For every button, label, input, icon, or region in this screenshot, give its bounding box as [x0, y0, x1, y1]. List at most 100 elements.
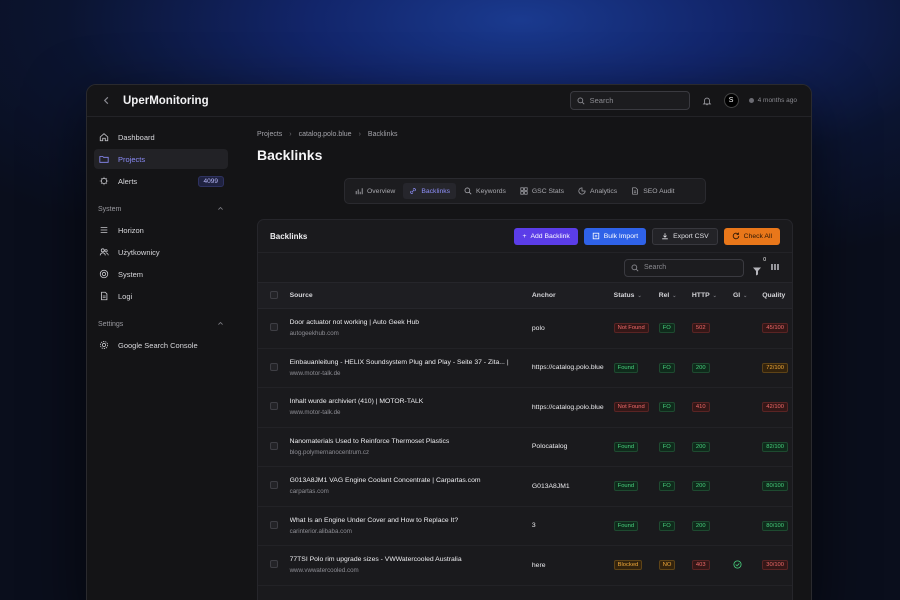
sidebar-item-label: Alerts — [118, 176, 138, 186]
column-anchor[interactable]: Anchor — [527, 282, 610, 309]
columns-icon[interactable] — [770, 259, 780, 277]
sidebar-item-dashboard[interactable]: Dashboard — [94, 127, 228, 147]
sidebar-item-projects[interactable]: Projects — [94, 149, 228, 169]
row-checkbox[interactable] — [270, 520, 278, 529]
anchor-text: Polocatalog — [531, 443, 568, 451]
chevron-up-icon — [217, 320, 224, 329]
row-checkbox[interactable] — [270, 402, 278, 411]
last-update-text: 4 months ago — [757, 97, 797, 104]
file-icon — [98, 290, 110, 302]
filter-count: 0 — [763, 256, 766, 263]
rel-cell: FO — [654, 308, 688, 349]
source-cell[interactable]: G013A8JM1 VAG Engine Coolant Concentrate… — [285, 466, 528, 507]
gi-cell — [728, 545, 759, 586]
source-title[interactable]: Door actuator not working | Auto Geek Hu… — [290, 319, 522, 326]
source-title[interactable]: 77TSI Polo rim upgrade sizes - VWWaterco… — [290, 556, 522, 563]
column-rel[interactable]: Rel ⌄ — [654, 282, 688, 309]
bulk-import-button[interactable]: Bulk Import — [583, 227, 647, 245]
doc-icon — [632, 187, 638, 195]
table-row[interactable]: Nanomaterials Used to Reinforce Thermose… — [258, 427, 792, 467]
rel-cell: FO — [654, 387, 688, 428]
user-avatar[interactable]: S — [723, 93, 739, 108]
table-row[interactable]: Inhalt wurde archiviert (410) | MOTOR-TA… — [258, 387, 792, 428]
source-title[interactable]: G013A8JM1 VAG Engine Coolant Concentrate… — [290, 477, 522, 484]
column-quality[interactable]: Quality — [758, 282, 792, 309]
table-row[interactable]: 77TSI Polo rim upgrade sizes - VWWaterco… — [258, 545, 792, 586]
quality-badge: 45/100 — [762, 323, 788, 334]
sidebar-item-horizon[interactable]: Horizon — [94, 220, 228, 240]
status-cell: Found — [609, 427, 655, 467]
quality-cell: 30/100 — [758, 545, 792, 586]
settings-section-header[interactable]: Settings — [98, 320, 224, 329]
sidebar-item-google-search-console[interactable]: Google Search Console — [94, 335, 228, 355]
source-cell[interactable]: Tires! | VW Vortex - Volkswagen Forum — [285, 585, 528, 600]
check-all-label: Check All — [743, 232, 772, 240]
tab-overview[interactable]: Overview — [349, 183, 401, 199]
source-title[interactable]: Einbauanleitung - HELIX Soundsystem Plug… — [290, 359, 522, 366]
source-cell[interactable]: Door actuator not working | Auto Geek Hu… — [285, 308, 528, 349]
select-all-cell — [258, 282, 286, 309]
tab-backlinks[interactable]: Backlinks — [403, 183, 457, 199]
source-title[interactable]: What Is an Engine Under Cover and How to… — [290, 517, 522, 524]
sidebar-item-alerts[interactable]: Alerts 4099 — [94, 171, 228, 191]
chevron-down-icon: ⌄ — [637, 293, 642, 299]
quality-badge: 30/100 — [762, 560, 788, 571]
search-icon — [631, 264, 639, 272]
source-cell[interactable]: What Is an Engine Under Cover and How to… — [285, 506, 528, 546]
table-row[interactable]: Einbauanleitung - HELIX Soundsystem Plug… — [258, 348, 792, 388]
chip-icon — [98, 268, 110, 280]
source-cell[interactable]: 77TSI Polo rim upgrade sizes - VWWaterco… — [285, 545, 528, 586]
table-row[interactable]: Tires! | VW Vortex - Volkswagen Forum — [258, 585, 792, 600]
last-update-status: 4 months ago — [748, 97, 797, 104]
export-csv-button[interactable]: Export CSV — [652, 227, 718, 245]
rel-cell: FO — [654, 427, 688, 467]
status-badge: Found — [613, 441, 639, 452]
source-cell[interactable]: Inhalt wurde archiviert (410) | MOTOR-TA… — [285, 387, 528, 428]
tab-label: Overview — [367, 187, 396, 195]
rel-badge: FO — [658, 323, 675, 334]
sidebar-item-logs[interactable]: Logi — [94, 286, 228, 306]
rel-cell: FO — [654, 466, 688, 507]
app-window: UperMonitoring Search S 4 months ago Das… — [86, 84, 812, 600]
row-checkbox[interactable] — [270, 323, 278, 332]
column-label: Status — [613, 292, 635, 299]
column-status[interactable]: Status ⌄ — [609, 282, 655, 309]
table-row[interactable]: G013A8JM1 VAG Engine Coolant Concentrate… — [258, 466, 792, 507]
back-arrow-icon[interactable] — [97, 93, 115, 108]
source-title[interactable]: Inhalt wurde archiviert (410) | MOTOR-TA… — [290, 398, 522, 405]
row-checkbox[interactable] — [270, 441, 278, 450]
column-gi[interactable]: GI ⌄ — [728, 282, 759, 309]
table-search-input[interactable]: Search — [624, 258, 744, 277]
column-source[interactable]: Source — [285, 282, 528, 309]
filter-button[interactable]: 0 — [752, 257, 766, 275]
breadcrumb-project[interactable]: catalog.polo.blue — [299, 131, 352, 138]
notifications-bell-icon[interactable] — [700, 94, 714, 108]
tab-keywords[interactable]: Keywords — [458, 183, 512, 199]
global-search-input[interactable]: Search — [569, 91, 690, 110]
tab-gsc-stats[interactable]: GSC Stats — [514, 183, 570, 199]
table-row[interactable]: What Is an Engine Under Cover and How to… — [258, 506, 792, 546]
gi-cell — [728, 348, 759, 388]
sidebar-item-users[interactable]: Użytkownicy — [94, 242, 228, 262]
source-cell[interactable]: Einbauanleitung - HELIX Soundsystem Plug… — [285, 348, 528, 388]
column-http[interactable]: HTTP ⌄ — [687, 282, 729, 309]
status-dot-icon — [748, 98, 754, 103]
breadcrumb-projects[interactable]: Projects — [257, 131, 282, 138]
tab-seo-audit[interactable]: SEO Audit — [625, 183, 680, 199]
sidebar-item-system[interactable]: System — [94, 264, 228, 284]
source-title[interactable]: Nanomaterials Used to Reinforce Thermose… — [290, 438, 522, 445]
system-section-header[interactable]: System — [98, 205, 224, 214]
row-checkbox[interactable] — [270, 362, 278, 371]
add-backlink-button[interactable]: + Add Backlink — [514, 227, 578, 245]
check-all-button[interactable]: Check All — [723, 227, 780, 245]
source-url: carinterior.alibaba.com — [289, 527, 352, 535]
breadcrumb-chevron-icon: › — [289, 131, 292, 138]
row-checkbox[interactable] — [270, 481, 278, 490]
table-row[interactable]: Door actuator not working | Auto Geek Hu… — [258, 308, 792, 349]
select-all-checkbox[interactable] — [270, 290, 278, 299]
source-cell[interactable]: Nanomaterials Used to Reinforce Thermose… — [285, 427, 528, 467]
bar-chart-icon — [355, 188, 363, 195]
tab-analytics[interactable]: Analytics — [572, 183, 623, 199]
row-checkbox[interactable] — [270, 560, 278, 569]
quality-cell — [758, 585, 792, 600]
